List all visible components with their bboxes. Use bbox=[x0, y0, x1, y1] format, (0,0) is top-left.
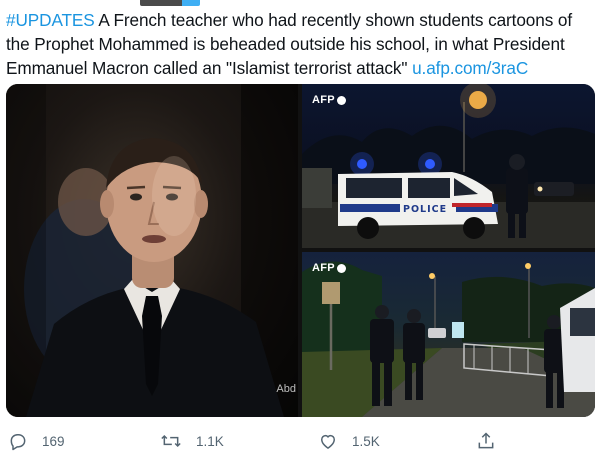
photo-police-officers[interactable]: AFP bbox=[302, 252, 595, 417]
reply-button[interactable]: 169 bbox=[8, 428, 65, 454]
photo-credit: Abd bbox=[276, 383, 296, 395]
hashtag-link[interactable]: #UPDATES bbox=[6, 10, 95, 30]
header-remnant bbox=[0, 0, 600, 6]
heart-icon bbox=[318, 431, 338, 451]
photo-police-car[interactable]: POLICE AFP bbox=[302, 84, 595, 248]
like-button[interactable]: 1.5K bbox=[318, 428, 380, 454]
svg-text:POLICE: POLICE bbox=[403, 204, 447, 215]
afp-watermark-text: AFP bbox=[312, 94, 335, 106]
reply-count: 169 bbox=[42, 433, 65, 449]
like-count: 1.5K bbox=[352, 433, 380, 449]
retweet-button[interactable]: 1.1K bbox=[160, 428, 224, 454]
photo-macron[interactable]: Abd bbox=[6, 84, 298, 417]
share-icon bbox=[476, 431, 496, 451]
reply-icon bbox=[8, 431, 28, 451]
afp-watermark: AFP bbox=[312, 94, 346, 106]
tweet-actions: 169 1.1K 1.5K bbox=[0, 428, 600, 454]
tweet-text: #UPDATES A French teacher who had recent… bbox=[6, 8, 596, 80]
author-header-partial bbox=[140, 0, 200, 6]
police-car-photo-image: POLICE bbox=[302, 84, 595, 248]
afp-watermark-text: AFP bbox=[312, 262, 335, 274]
retweet-count: 1.1K bbox=[196, 433, 224, 449]
article-link[interactable]: u.afp.com/3raC bbox=[412, 58, 528, 78]
afp-watermark: AFP bbox=[312, 262, 346, 274]
retweet-icon bbox=[160, 431, 182, 451]
media-grid: Abd POLICE AFP AFP bbox=[6, 84, 595, 417]
police-officers-photo-image bbox=[302, 261, 595, 417]
circle-icon bbox=[336, 263, 346, 273]
share-button[interactable] bbox=[476, 428, 496, 454]
circle-icon bbox=[336, 95, 346, 105]
macron-photo-image bbox=[6, 84, 298, 417]
tweet-card: #UPDATES A French teacher who had recent… bbox=[0, 0, 600, 455]
